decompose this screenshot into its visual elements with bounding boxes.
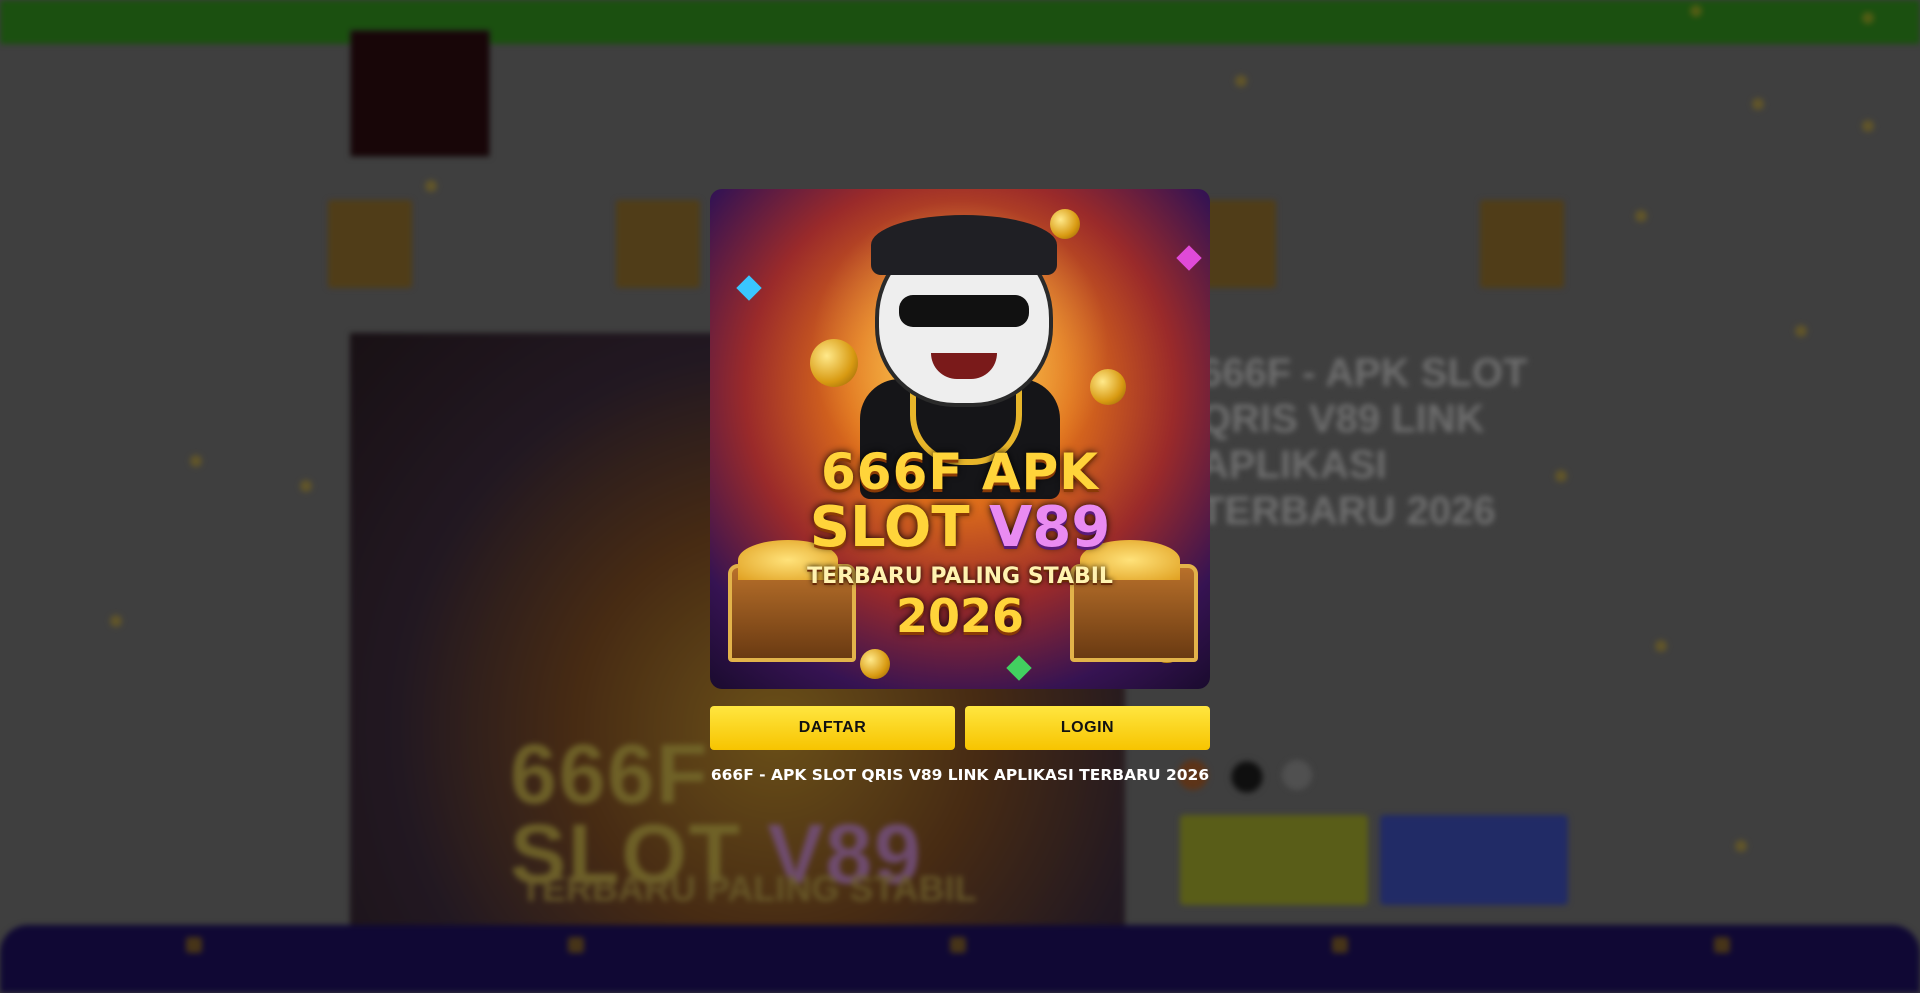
modal-button-row: DAFTAR LOGIN — [710, 706, 1210, 750]
poster-slot-text: SLOT — [809, 495, 990, 560]
coin-icon — [860, 649, 890, 679]
promo-modal: 666F APK SLOT V89 TERBARU PALING STABIL … — [710, 189, 1210, 784]
poster-v89-text: V89 — [989, 495, 1111, 560]
poster-title-line2: SLOT V89 — [710, 495, 1210, 560]
poster-title-line1: 666F APK — [820, 443, 1100, 501]
poster-tagline: TERBARU PALING STABIL — [807, 564, 1113, 589]
modal-caption: 666F - APK SLOT QRIS V89 LINK APLIKASI T… — [710, 766, 1210, 784]
daftar-button[interactable]: DAFTAR — [710, 706, 955, 750]
poster-year: 2026 — [895, 589, 1025, 643]
coin-icon — [810, 339, 858, 387]
mascot-face — [871, 215, 1057, 407]
gem-icon — [1176, 245, 1202, 271]
coin-icon — [1090, 369, 1126, 405]
login-button[interactable]: LOGIN — [965, 706, 1210, 750]
promo-poster-image[interactable]: 666F APK SLOT V89 TERBARU PALING STABIL … — [710, 189, 1210, 689]
gem-icon — [736, 275, 762, 301]
coin-icon — [1050, 209, 1080, 239]
gem-icon — [1006, 655, 1032, 681]
